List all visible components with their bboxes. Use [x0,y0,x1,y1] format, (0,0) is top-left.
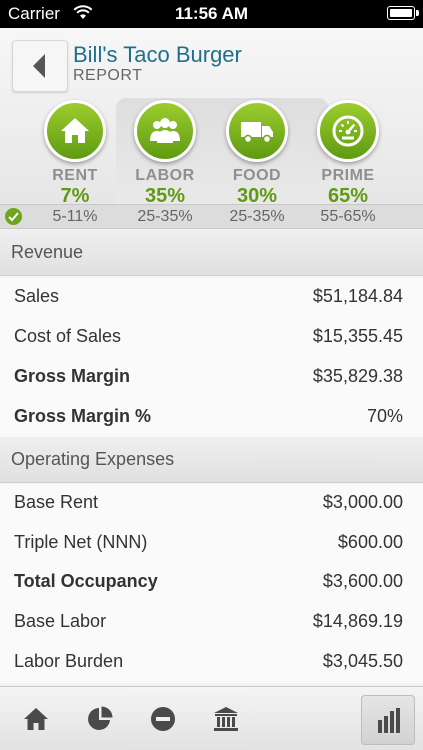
section-header-operating-expenses: Operating Expenses [0,437,423,483]
row-label: Triple Net (NNN) [14,532,148,552]
target-range-bar: 5-11% 25-35% 25-35% 55-65% [0,204,423,229]
row-label: Gross Margin % [14,406,152,426]
row-label: Sales [14,286,60,306]
clock: 11:56 AM [174,4,249,23]
status-bar: Carrier 11:56 AM [0,0,423,28]
table-row: Gross Margin % 70% [0,398,423,438]
table-row: Base Labor $14,869.19 [0,603,423,643]
table-row: Gross Margin $35,829.38 [0,358,423,398]
row-label: Labor Burden [14,651,124,671]
row-value: $3,600.00 [322,571,403,591]
range-prime: 55-65% [320,208,376,225]
bar-chart-icon [378,708,400,733]
section-header-revenue: Revenue [0,230,423,276]
pie-chart-icon[interactable] [86,705,114,733]
bottom-toolbar [0,686,423,750]
row-value: $3,045.50 [322,651,403,671]
range-rent: 5-11% [52,208,98,225]
table-row: Sales $51,184.84 [0,278,423,318]
metric-labor[interactable]: LABOR 35% [124,100,206,208]
bank-icon[interactable] [212,705,240,733]
metric-prime[interactable]: PRIME 65% [307,100,389,208]
people-icon [150,118,180,143]
row-value: $35,829.38 [312,366,403,386]
row-label: Total Occupancy [14,571,158,591]
row-value: $600.00 [337,532,403,552]
check-circle-icon [5,208,22,225]
section-title: Revenue [11,242,84,262]
food-button[interactable] [226,100,288,162]
prime-button[interactable] [317,100,379,162]
table-row: Base Rent $3,000.00 [0,484,423,524]
battery-icon [387,6,419,20]
home-icon[interactable] [22,705,50,733]
chevron-left-icon [33,54,45,78]
section-title: Operating Expenses [11,449,175,469]
table-row: Cost of Sales $15,355.45 [0,318,423,358]
range-labor: 25-35% [137,208,193,225]
gauge-icon [332,115,364,147]
report-header: Bill's Taco Burger REPORT RENT 7% LABOR … [0,28,423,207]
table-row: Total Occupancy $3,600.00 [0,563,423,603]
truck-icon [241,122,273,144]
metric-label: FOOD [232,167,282,184]
row-label: Gross Margin [14,366,131,386]
back-button[interactable] [12,40,68,92]
minus-circle-icon[interactable] [149,705,177,733]
row-value: 70% [366,406,403,426]
house-icon [61,118,89,143]
row-label: Base Rent [14,492,99,512]
metric-label: PRIME [321,167,375,184]
metric-label: LABOR [135,167,195,184]
range-food: 25-35% [229,208,285,225]
row-value: $14,869.19 [312,611,403,631]
rent-button[interactable] [44,100,106,162]
row-value: $3,000.00 [322,492,403,512]
metric-rent[interactable]: RENT 7% [34,100,116,208]
row-value: $51,184.84 [312,286,403,306]
report-button[interactable] [361,695,415,745]
table-row: Triple Net (NNN) $600.00 [0,524,423,564]
row-label: Base Labor [14,611,107,631]
table-row: Labor Burden $3,045.50 [0,643,423,683]
row-label: Cost of Sales [14,326,122,346]
row-value: $15,355.45 [312,326,403,346]
page-title: Bill's Taco Burger [73,42,242,67]
page-subtitle: REPORT [73,67,143,84]
metric-label: RENT [52,167,98,184]
labor-button[interactable] [134,100,196,162]
metric-food[interactable]: FOOD 30% [216,100,298,208]
